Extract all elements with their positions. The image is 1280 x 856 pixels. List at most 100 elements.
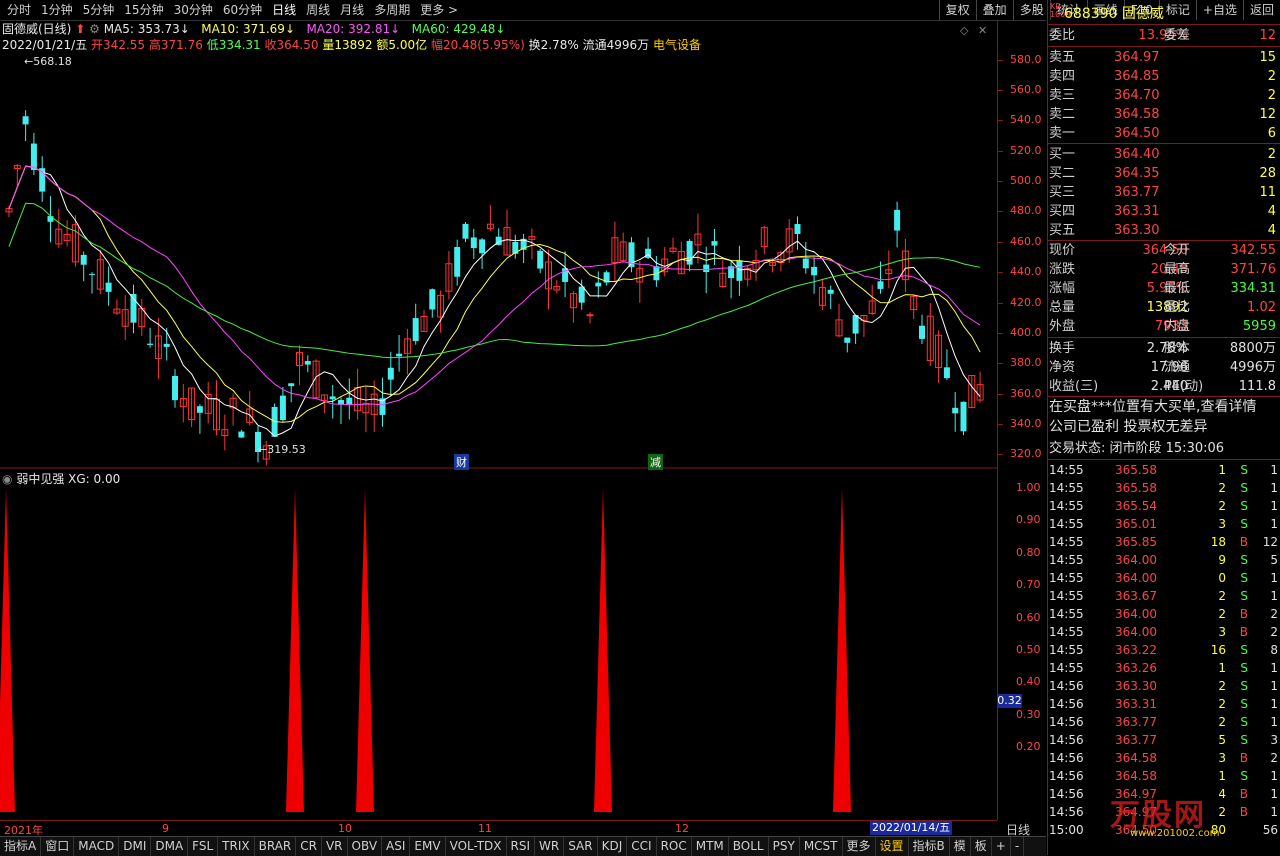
period-tab-3[interactable]: 15分钟	[119, 0, 168, 20]
indicator-tab-20[interactable]: MTM	[692, 837, 729, 856]
indicator-tab-19[interactable]: ROC	[657, 837, 692, 856]
indicator-tab-13[interactable]: VOL-TDX	[446, 837, 507, 856]
indicator-tab-12[interactable]: EMV	[410, 837, 446, 856]
bar-date: 2022/01/21/五	[2, 38, 88, 52]
candle	[569, 290, 577, 323]
indicator-tab-15[interactable]: WR	[535, 837, 565, 856]
indicator-tab-6[interactable]: TRIX	[218, 837, 255, 856]
indicator-tab-22[interactable]: PSY	[769, 837, 800, 856]
period-tab-1[interactable]: 1分钟	[36, 0, 78, 20]
period-tab-0[interactable]: 分时	[2, 0, 36, 20]
indicator-tab-27[interactable]: 模	[950, 837, 971, 856]
indicator-tab-7[interactable]: BRAR	[255, 837, 297, 856]
indicator-tab-8[interactable]: CR	[296, 837, 322, 856]
indicator-tab-30[interactable]: -	[1011, 837, 1025, 856]
stat2-row: 收益(三) 2.440 PE(动) 111.8	[1049, 379, 1276, 394]
stat-row: 外盘 7933 内盘 5959	[1049, 319, 1276, 334]
chart-title: 固德威(日线)	[2, 22, 72, 36]
indicator-tab-21[interactable]: BOLL	[729, 837, 769, 856]
candle	[55, 208, 63, 248]
period-tab-2[interactable]: 5分钟	[78, 0, 120, 20]
candle	[852, 314, 859, 345]
candle	[437, 290, 445, 333]
divider	[1047, 337, 1280, 338]
indicator-tab-3[interactable]: DMI	[119, 837, 152, 856]
candle	[213, 380, 220, 436]
indicator-tab-14[interactable]: RSI	[507, 837, 536, 856]
indicator-tab-29[interactable]: +	[992, 837, 1011, 856]
period-tab-4[interactable]: 30分钟	[169, 0, 218, 20]
amount-value: 额5.00亿	[376, 38, 428, 52]
candle	[22, 110, 29, 142]
tick-mark	[997, 181, 1003, 183]
indicator-tab-28[interactable]: 板	[971, 837, 992, 856]
indicator-tab-9[interactable]: VR	[322, 837, 348, 856]
indicator-tab-10[interactable]: OBV	[348, 837, 383, 856]
indicator-tab-23[interactable]: MCST	[800, 837, 843, 856]
candle	[154, 317, 162, 380]
period-tab-6[interactable]: 日线	[267, 0, 301, 20]
candle	[943, 349, 950, 381]
tool-tab-2[interactable]: 多股	[1012, 0, 1050, 20]
arrow-up-icon[interactable]: ⬆	[75, 22, 85, 36]
indicator-tab-2[interactable]: MACD	[74, 837, 120, 856]
ma60-value: MA60: 429.48	[411, 22, 496, 36]
period-tab-5[interactable]: 60分钟	[218, 0, 267, 20]
marker-jian[interactable]: 减	[648, 454, 663, 470]
price-tick: 380.0	[1010, 356, 1042, 370]
watermark-url: www.201002.com	[1130, 828, 1220, 839]
bid-row: 买五 363.30 4	[1049, 223, 1276, 238]
tick-mark	[997, 332, 1003, 334]
candle	[130, 284, 137, 334]
tool-tab-1[interactable]: 叠加	[975, 0, 1013, 20]
indicator-spikes	[0, 488, 851, 812]
indicator-tab-11[interactable]: ASI	[382, 837, 411, 856]
stat2-row: 换手 2.78% 股本 8800万	[1049, 341, 1276, 356]
note-row: 在买盘***位置有大买单,查看详情	[1049, 399, 1257, 415]
close-icon[interactable]: ✕	[978, 24, 987, 37]
kline-chart[interactable]	[0, 52, 997, 820]
settings-icon[interactable]: ⚙	[89, 22, 100, 36]
candle	[711, 229, 718, 265]
ma10-line	[8, 165, 981, 423]
tool-tab-0[interactable]: 复权	[938, 0, 976, 20]
candle	[196, 404, 203, 434]
indicator-tab-0[interactable]: 指标A	[0, 837, 42, 856]
indicator-tab-26[interactable]: 指标B	[909, 837, 950, 856]
candle	[445, 250, 453, 300]
candle	[686, 239, 693, 272]
tick-mark	[997, 211, 1003, 213]
tick-mark	[997, 363, 1003, 365]
candle	[586, 312, 594, 324]
indicator-tab-16[interactable]: SAR	[564, 837, 598, 856]
trade-tick-row: 14:55 363.26 1 S 1	[1049, 661, 1278, 675]
indicator-tab-25[interactable]: 设置	[876, 837, 909, 856]
indicator-tab-1[interactable]: 窗口	[41, 837, 75, 856]
indicator-tab-5[interactable]: FSL	[188, 837, 219, 856]
indicator-tab-18[interactable]: CCI	[627, 837, 657, 856]
stat-row: 现价 364.50 今开 342.55	[1049, 243, 1276, 258]
trade-tick-row: 14:56 364.58 1 S 1	[1049, 769, 1278, 783]
indicator-tick: 0.20	[1016, 740, 1041, 754]
diamond-icon[interactable]: ◇	[960, 24, 968, 37]
period-tab-9[interactable]: 多周期	[369, 0, 415, 20]
price-tick: 460.0	[1010, 234, 1042, 248]
candle	[47, 196, 54, 243]
period-tab-7[interactable]: 周线	[301, 0, 335, 20]
candle	[105, 266, 112, 306]
tick-mark	[997, 393, 1003, 395]
candle	[976, 371, 984, 403]
indicator-tab-4[interactable]: DMA	[151, 837, 189, 856]
candle	[147, 327, 154, 348]
candle	[968, 375, 976, 409]
indicator-tab-24[interactable]: 更多	[843, 837, 876, 856]
candle	[719, 260, 727, 288]
indicator-tab-17[interactable]: KDJ	[598, 837, 628, 856]
candle	[179, 383, 187, 423]
tick-mark	[997, 89, 1003, 91]
ask-row: 卖三 364.70 2	[1049, 88, 1276, 103]
marker-cai[interactable]: 财	[454, 454, 469, 470]
indicator-tabs: 指标A 窗口 MACD DMI DMA FSL TRIX BRAR CR VR OBV ASI EMV V…	[0, 836, 1046, 856]
period-tab-8[interactable]: 月线	[335, 0, 369, 20]
period-tab-10[interactable]: 更多 >	[415, 0, 463, 20]
